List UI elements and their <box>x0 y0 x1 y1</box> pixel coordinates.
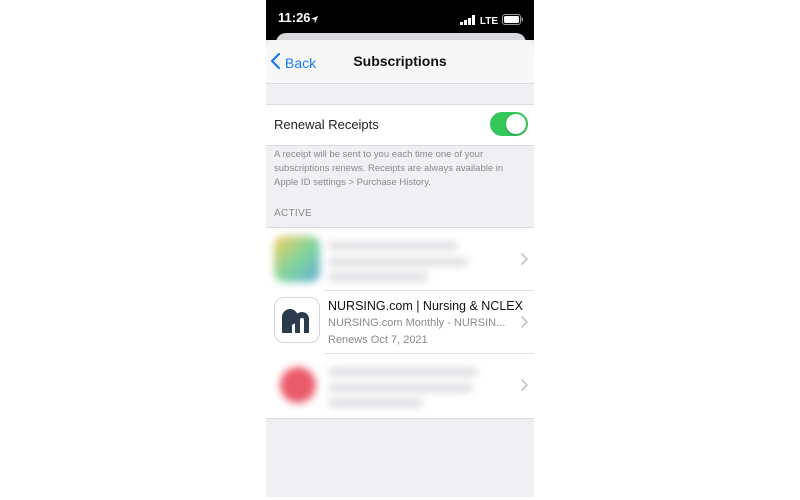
renewal-receipts-toggle[interactable] <box>490 112 528 136</box>
signal-icon <box>459 12 476 30</box>
page-title: Subscriptions <box>353 53 447 69</box>
renewal-receipts-label: Renewal Receipts <box>274 117 379 132</box>
navigation-bar: Back Subscriptions <box>266 40 534 84</box>
subscription-item[interactable] <box>266 354 534 417</box>
subscription-renewal-date: Renews Oct 7, 2021 <box>328 334 428 346</box>
blurred-content <box>266 228 534 291</box>
status-indicators: LTE <box>459 12 524 30</box>
nursing-app-icon <box>274 297 320 343</box>
subscription-title: NURSING.com | Nursing & NCLEX <box>328 299 523 313</box>
location-icon <box>310 11 319 29</box>
chevron-right-icon <box>521 252 528 270</box>
subscriptions-sheet: Back Subscriptions Renewal Receipts A re… <box>266 40 534 497</box>
subscription-plan: NURSING.com Monthly - NURSIN... <box>328 317 506 329</box>
status-time: 11:26 <box>278 10 311 25</box>
blurred-content <box>266 354 534 417</box>
network-type: LTE <box>479 15 498 27</box>
app-icon <box>280 367 316 403</box>
active-section-header: ACTIVE <box>274 208 312 219</box>
app-icon <box>274 236 320 282</box>
phone-screen: 11:26 LTE Back Subscriptions Renewal Rec… <box>266 0 534 497</box>
subscription-item-nursing[interactable]: NURSING.com | Nursing & NCLEX NURSING.co… <box>266 291 534 354</box>
renewal-footnote: A receipt will be sent to you each time … <box>274 149 504 188</box>
renewal-receipts-row: Renewal Receipts <box>266 104 534 146</box>
chevron-right-icon <box>521 315 528 333</box>
chevron-right-icon <box>521 378 528 396</box>
subscriptions-list: NURSING.com | Nursing & NCLEX NURSING.co… <box>266 227 534 419</box>
subscription-item[interactable] <box>266 228 534 291</box>
toggle-knob <box>506 114 526 134</box>
battery-icon <box>502 12 524 30</box>
